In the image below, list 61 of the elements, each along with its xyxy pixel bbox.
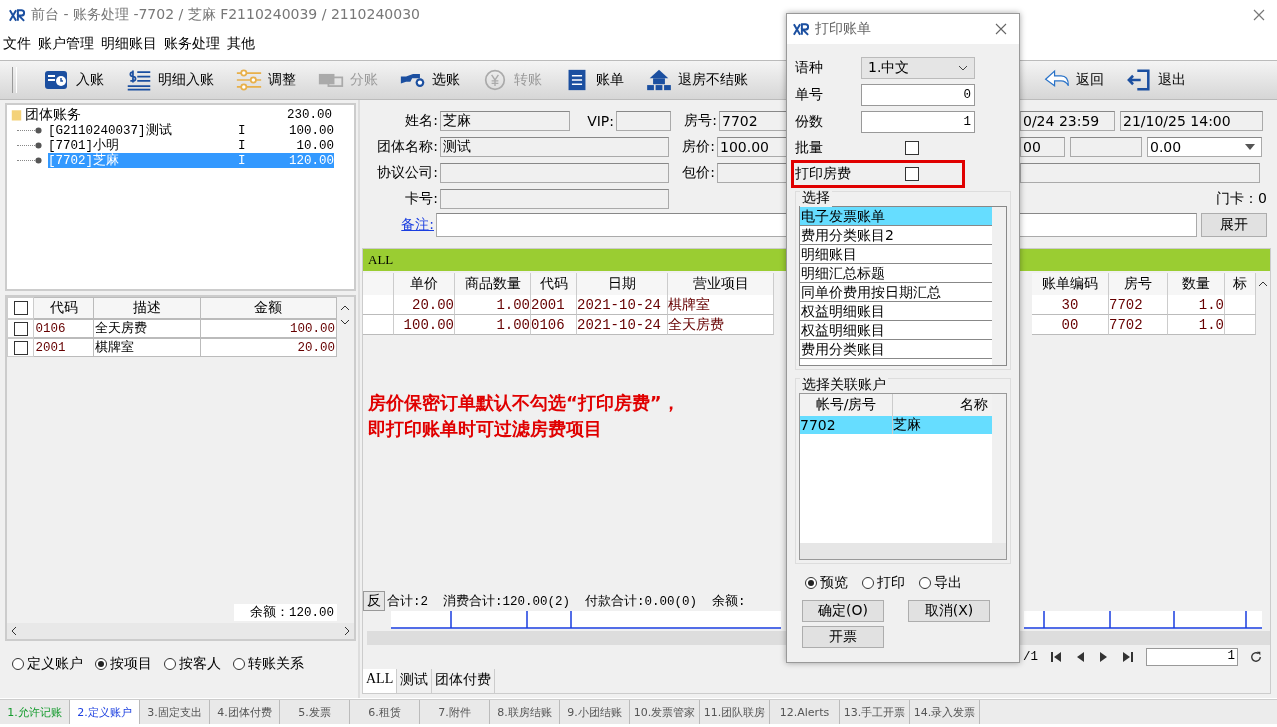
field-label: 份数 (795, 112, 824, 131)
table-cell: 2001 (531, 295, 577, 315)
option-label: 打印房费 (795, 165, 852, 183)
column-header: 帐号/房号 (800, 394, 893, 416)
table-cell: 全天房费 (668, 315, 774, 335)
window-title: 前台 - 账务处理 -7702 / 芝麻 F2110240039 / 2110240030 (31, 6, 420, 24)
column-header: 单价 (394, 273, 455, 295)
door-card-text: 门卡：0 (1215, 190, 1267, 208)
table-cell: 2001 (34, 338, 95, 357)
field-label: 协议公司: (376, 164, 438, 182)
table-cell: 1.00 (455, 295, 531, 315)
field-label: 单号 (795, 85, 824, 104)
table-cell: 20.00 (394, 295, 455, 315)
table-cell: 100.00 (200, 319, 337, 338)
table-cell: 2021-10-24 (577, 295, 668, 315)
column-header: 金额 (200, 297, 337, 319)
table-cell: 00 (1032, 315, 1109, 335)
column-header: 名称 (893, 394, 993, 416)
table-cell: 0106 (531, 315, 577, 335)
column-header: 账单编码 (1032, 273, 1109, 295)
table-cell: 1.0 (1168, 295, 1225, 315)
page-count: /1 (1023, 650, 1038, 664)
table-cell: 棋牌室 (668, 295, 774, 315)
tree-amount: 230.00 (287, 108, 332, 122)
dialog-title: 打印账单 (815, 20, 871, 38)
field-label: 房价: (681, 138, 715, 156)
column-header: 代码 (531, 273, 577, 295)
field-label: 姓名: (404, 112, 438, 130)
column-header: 日期 (577, 273, 668, 295)
table-cell: 30 (1032, 295, 1109, 315)
column-header: 商品数量 (455, 273, 531, 295)
grid-title: ALL (368, 252, 394, 268)
column-header: 数量 (1168, 273, 1225, 295)
field-label: 房号: (683, 112, 717, 130)
column-header: 代码 (34, 297, 95, 319)
table-cell: 1.00 (455, 315, 531, 335)
field-label: 卡号: (404, 190, 438, 208)
group-label: 选择关联账户 (800, 376, 888, 394)
table-cell: 全天房费 (94, 319, 201, 338)
annotation-text: 房价保密订单默认不勾选“打印房费”， (368, 391, 680, 415)
table-cell: 棋牌室 (94, 338, 201, 357)
table-cell: 1.0 (1168, 315, 1225, 335)
table-cell: 7702 (1109, 315, 1168, 335)
table-cell: 100.00 (394, 315, 455, 335)
table-cell: 0106 (34, 319, 95, 338)
summary-text: 合计:2 消费合计:120.00(2) 付款合计:0.00(0) 余额: (387, 593, 746, 610)
table-cell: 20.00 (200, 338, 337, 357)
field-label: 团体名称: (376, 138, 438, 156)
option-label: 批量 (795, 139, 824, 157)
balance-text: 余额：120.00 (234, 604, 337, 621)
table-cell: 7702 (1109, 295, 1168, 315)
field-label: 语种 (795, 58, 824, 77)
field-label: 包价: (681, 164, 715, 182)
field-label: VIP: (586, 113, 614, 129)
group-label: 选择 (800, 189, 832, 207)
table-cell: 2021-10-24 (577, 315, 668, 335)
annotation-text: 即打印账单时可过滤房费项目 (368, 417, 603, 441)
column-header: 营业项目 (668, 273, 774, 295)
column-header: 标 (1225, 273, 1256, 295)
column-header: 房号 (1109, 273, 1168, 295)
column-header: 描述 (94, 297, 201, 319)
